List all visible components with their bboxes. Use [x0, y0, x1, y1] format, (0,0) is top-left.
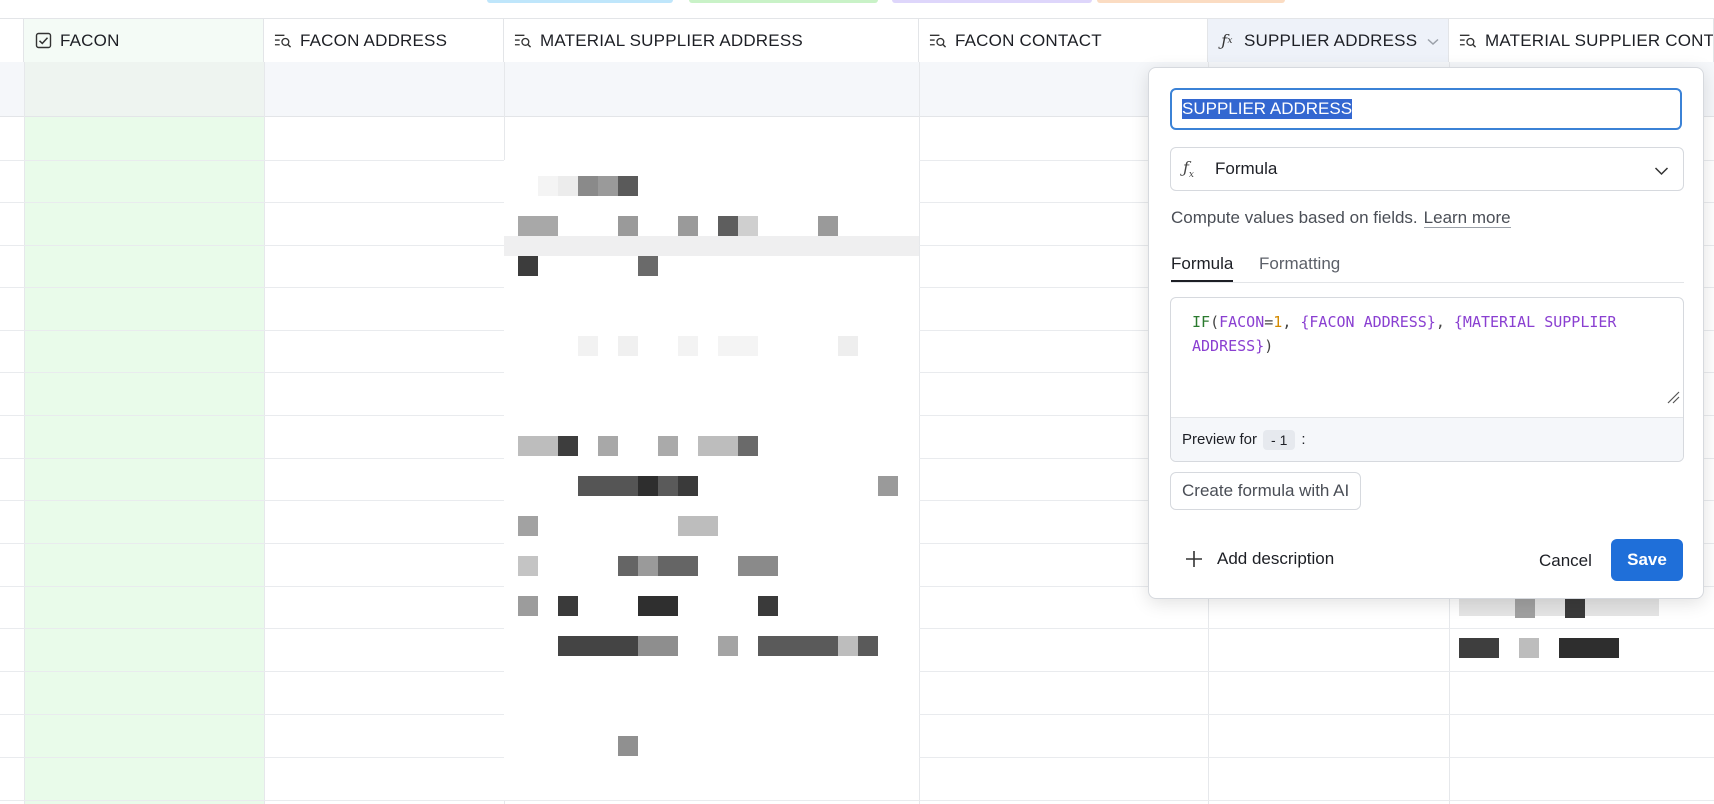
field-name-input[interactable] — [1170, 88, 1682, 130]
chevron-down-icon — [1654, 161, 1669, 181]
formula-operator: = — [1264, 313, 1274, 331]
field-type-description: Compute values based on fields. Learn mor… — [1171, 208, 1511, 228]
column-header-facon[interactable]: FACON — [24, 19, 264, 62]
column-header-label: SUPPLIER ADDRESS — [1244, 30, 1418, 50]
facon-column-cells — [24, 117, 264, 804]
row-divider — [0, 800, 1714, 801]
field-type-label: Formula — [1215, 159, 1278, 178]
plus-icon — [1185, 550, 1203, 568]
chevron-down-icon[interactable] — [1427, 31, 1439, 51]
lookup-icon — [929, 32, 947, 50]
tab-formatting[interactable]: Formatting — [1259, 254, 1340, 280]
column-header-label: FACON CONTACT — [955, 30, 1102, 50]
add-description-button[interactable]: Add description — [1185, 544, 1334, 574]
field-config-popup: ƒx Formula Compute values based on field… — [1148, 67, 1704, 599]
checkbox-icon — [34, 32, 52, 50]
formula-tabs: Formula Formatting — [1171, 254, 1684, 283]
formula-number: 1 — [1273, 313, 1283, 331]
cancel-button[interactable]: Cancel — [1527, 540, 1604, 582]
lookup-icon — [274, 32, 292, 50]
formula-icon: ƒx — [1183, 157, 1194, 181]
column-header-material-supplier-address[interactable]: MATERIAL SUPPLIER ADDRESS — [504, 19, 919, 62]
row-number-header — [0, 19, 24, 62]
column-header-label: FACON ADDRESS — [300, 30, 448, 50]
formula-separator: , — [1282, 313, 1301, 331]
formula-icon: ƒx — [1221, 31, 1233, 50]
redacted-cell-content — [504, 160, 919, 800]
formula-field: {FACON ADDRESS} — [1300, 313, 1436, 331]
save-button[interactable]: Save — [1611, 539, 1683, 581]
formula-open-paren: ( — [1210, 313, 1220, 331]
lookup-icon — [514, 32, 532, 50]
view-tab-orange[interactable] — [1097, 0, 1285, 3]
formula-separator: , — [1435, 313, 1454, 331]
column-header-label: MATERIAL SUPPLIER CONT — [1485, 30, 1714, 50]
formula-close-paren: ) — [1264, 337, 1274, 355]
column-divider — [919, 62, 920, 804]
learn-more-link[interactable]: Learn more — [1423, 208, 1511, 228]
preview-label: Preview for — [1182, 431, 1258, 448]
column-header-material-supplier-contact[interactable]: MATERIAL SUPPLIER CONT — [1449, 19, 1714, 62]
formula-editor[interactable]: IF(FACON=1, {FACON ADDRESS}, {MATERIAL S… — [1170, 297, 1684, 462]
column-divider — [264, 62, 265, 804]
view-tab-purple[interactable] — [892, 0, 1092, 3]
create-formula-ai-button[interactable]: Create formula with AI — [1170, 472, 1362, 510]
preview-colon: : — [1301, 431, 1306, 448]
tab-formula[interactable]: Formula — [1171, 254, 1234, 282]
view-tab-green[interactable] — [689, 0, 878, 3]
lookup-icon — [1459, 32, 1477, 50]
description-text: Compute values based on fields. — [1171, 208, 1418, 227]
redacted-cell-content — [1455, 598, 1673, 698]
add-description-label: Add description — [1217, 549, 1335, 568]
preview-record-chip[interactable]: - 1 — [1263, 429, 1296, 450]
facon-summary-cell — [24, 62, 264, 116]
resize-handle-icon[interactable] — [1666, 390, 1680, 404]
view-tab-blue[interactable] — [487, 0, 673, 3]
column-header-supplier-address[interactable]: ƒx SUPPLIER ADDRESS — [1208, 19, 1449, 62]
column-header-facon-address[interactable]: FACON ADDRESS — [264, 19, 504, 62]
column-header-label: MATERIAL SUPPLIER ADDRESS — [540, 30, 803, 50]
column-header-row: FACON FACON ADDRESS MATERIAL SUPPLIER AD… — [0, 18, 1714, 63]
field-type-select[interactable]: ƒx Formula — [1170, 147, 1684, 191]
formula-code[interactable]: IF(FACON=1, {FACON ADDRESS}, {MATERIAL S… — [1192, 310, 1662, 358]
column-header-facon-contact[interactable]: FACON CONTACT — [919, 19, 1208, 62]
column-header-label: FACON — [60, 30, 120, 50]
formula-function: IF — [1192, 313, 1211, 331]
formula-field: FACON — [1219, 313, 1265, 331]
formula-preview: Preview for - 1 : — [1171, 417, 1683, 461]
column-divider — [24, 62, 25, 804]
